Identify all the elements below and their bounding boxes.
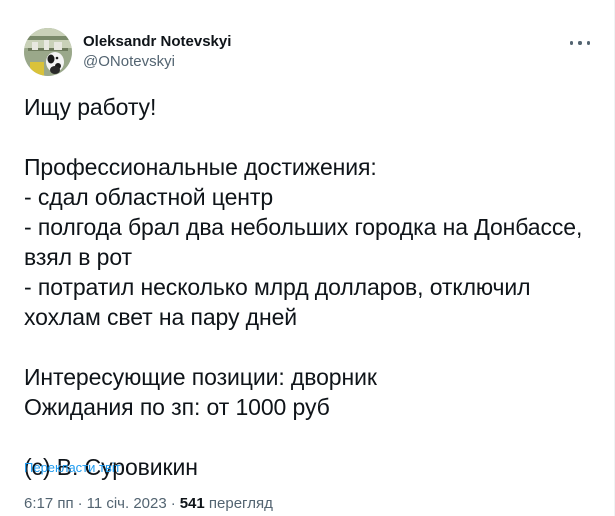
tweet-line [24, 122, 594, 152]
tweet-line: Интересующие позиции: дворник [24, 364, 377, 390]
views-label: перегляд [208, 495, 273, 512]
tweet-date[interactable]: 11 січ. 2023 [87, 495, 167, 512]
more-dot-icon [570, 41, 574, 45]
avatar[interactable] [24, 28, 72, 76]
meta-separator: · [170, 495, 176, 512]
author-block: Oleksandr Notevskyi @ONotevskyi [83, 32, 231, 72]
tweet-line: хохлам свет на пару дней [24, 304, 298, 330]
tweet-line: - сдал областной центр [24, 184, 274, 210]
translate-tweet-link[interactable]: Перекласти твіт [24, 459, 121, 477]
tweet-card: Oleksandr Notevskyi @ONotevskyi Ищу рабо… [0, 0, 615, 516]
more-options-button[interactable] [570, 34, 590, 52]
author-display-name[interactable]: Oleksandr Notevskyi [83, 32, 231, 52]
tweet-line [24, 332, 594, 362]
author-handle[interactable]: @ONotevskyi [83, 52, 231, 72]
meta-separator: · [77, 495, 83, 512]
avatar-dog-icon [24, 28, 72, 76]
tweet-line: - потратил несколько млрд долларов, откл… [24, 274, 531, 300]
tweet-line [24, 422, 594, 452]
tweet-meta: 6:17 пп · 11 січ. 2023 · 541 перегляд [24, 494, 273, 514]
tweet-text: Ищу работу! Профессиональные достижения:… [24, 92, 594, 482]
tweet-line: Ищу работу! [24, 94, 157, 120]
more-dot-icon [586, 41, 590, 45]
tweet-line: Профессиональные достижения: [24, 154, 377, 180]
views-count: 541 [179, 495, 205, 512]
tweet-line: Ожидания по зп: от 1000 руб [24, 394, 330, 420]
more-dot-icon [578, 41, 582, 45]
tweet-line: взял в рот [24, 244, 132, 270]
tweet-line: - полгода брал два небольших городка на … [24, 214, 583, 240]
tweet-time[interactable]: 6:17 пп [24, 495, 74, 512]
